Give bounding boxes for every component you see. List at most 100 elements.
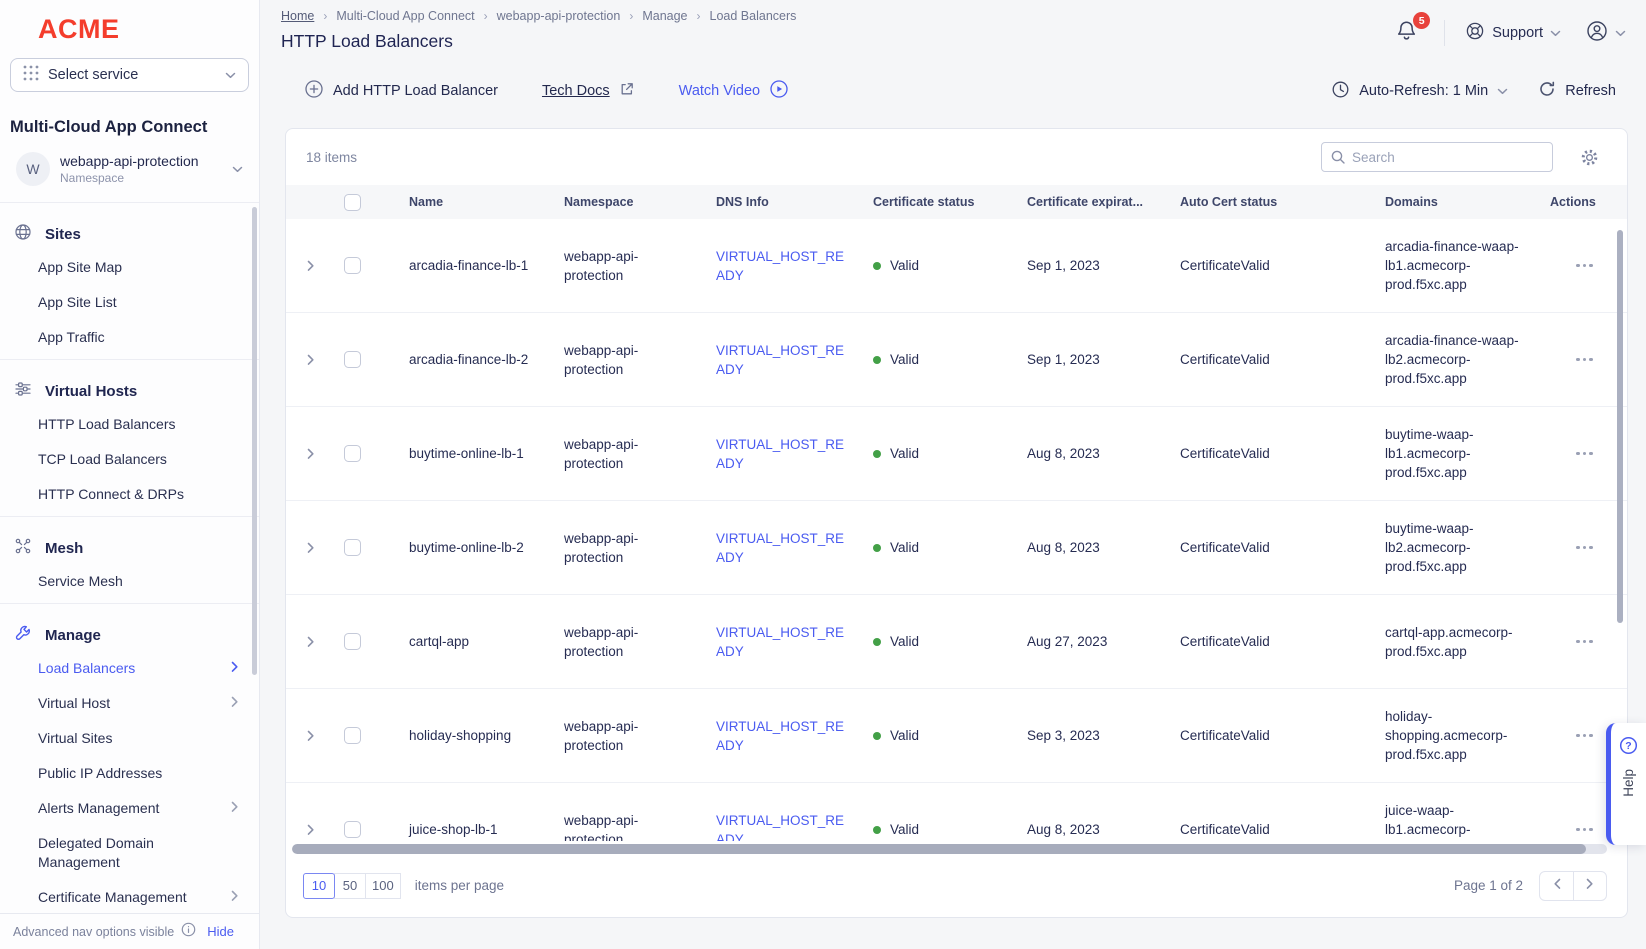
row-expand-chevron[interactable] [307,354,315,366]
row-expand-chevron[interactable] [307,260,315,272]
row-expand-chevron[interactable] [307,824,315,836]
column-header-dns-info: DNS Info [716,195,873,209]
cell-certificate-status: Valid [873,820,1027,839]
row-expand-chevron[interactable] [307,542,315,554]
breadcrumb-separator: › [629,9,633,23]
sidebar-item-app-site-list[interactable]: App Site List [0,285,259,320]
account-menu[interactable] [1585,19,1626,48]
sidebar-item-certificate-management[interactable]: Certificate Management [0,880,259,913]
nav-section-label: Virtual Hosts [45,383,137,400]
row-actions-menu[interactable] [1550,546,1627,550]
breadcrumb-item-multi-cloud-app-connect[interactable]: Multi-Cloud App Connect [336,9,474,23]
chevron-down-icon [1550,24,1561,42]
row-checkbox[interactable] [344,727,361,744]
sidebar-item-app-traffic[interactable]: App Traffic [0,320,259,355]
cell-auto-cert-status: CertificateValid [1180,350,1385,369]
status-dot-icon [873,356,881,364]
cell-auto-cert-status: CertificateValid [1180,726,1385,745]
vertical-scrollbar[interactable] [1617,230,1623,623]
column-header-namespace: Namespace [564,195,716,209]
add-http-load-balancer-button[interactable]: Add HTTP Load Balancer [304,79,498,103]
hide-nav-button[interactable]: Hide [207,924,234,939]
previous-page-button[interactable] [1540,872,1573,900]
service-selector[interactable]: Select service [10,58,249,92]
cell-dns-info[interactable]: VIRTUAL_HOST_READY [716,717,873,755]
breadcrumb-item-home[interactable]: Home [281,9,314,23]
row-checkbox[interactable] [344,539,361,556]
bell-icon [1395,29,1418,46]
namespace-name: webapp-api-protection [60,153,222,169]
globe-icon [14,223,32,246]
sidebar-item-virtual-host[interactable]: Virtual Host [0,686,259,721]
breadcrumb-item-webapp-api-protection[interactable]: webapp-api-protection [497,9,621,23]
sidebar-item-load-balancers[interactable]: Load Balancers [0,651,259,686]
sidebar-item-app-site-map[interactable]: App Site Map [0,250,259,285]
row-actions-menu[interactable] [1550,452,1627,456]
refresh-icon [1538,80,1556,102]
chevron-down-icon [232,160,243,178]
help-tab[interactable]: ? Help [1606,723,1646,845]
column-header-certificate-status: Certificate status [873,195,1027,209]
horizontal-scrollbar[interactable] [292,844,1607,854]
cell-dns-info[interactable]: VIRTUAL_HOST_READY [716,341,873,379]
cell-domains: cartql-app.acmecorp-prod.f5xc.app [1385,623,1550,661]
namespace-selector[interactable]: W webapp-api-protection Namespace [10,152,249,186]
row-expand-chevron[interactable] [307,636,315,648]
sidebar-item-tcp-load-balancers[interactable]: TCP Load Balancers [0,442,259,477]
sidebar-item-service-mesh[interactable]: Service Mesh [0,564,259,599]
page-size-100[interactable]: 100 [365,873,401,899]
support-menu[interactable]: Support [1465,21,1561,46]
cell-namespace: webapp-api-protection [564,529,716,567]
row-checkbox[interactable] [344,633,361,650]
refresh-button[interactable]: Refresh [1538,80,1616,102]
grid-icon [23,65,39,86]
sidebar-scrollbar[interactable] [252,207,257,675]
cell-domains: buytime-waap-lb1.acmecorp-prod.f5xc.app [1385,425,1550,482]
sidebar-item-public-ip-addresses[interactable]: Public IP Addresses [0,756,259,791]
table-row-buytime-online-lb-1: buytime-online-lb-1webapp-api-protection… [286,407,1627,501]
cell-namespace: webapp-api-protection [564,247,716,285]
row-expand-chevron[interactable] [307,730,315,742]
cell-dns-info[interactable]: VIRTUAL_HOST_READY [716,811,873,842]
select-all-checkbox[interactable] [344,194,361,211]
cell-dns-info[interactable]: VIRTUAL_HOST_READY [716,435,873,473]
items-count: 18 items [306,150,1321,165]
breadcrumb-item-manage[interactable]: Manage [642,9,687,23]
row-checkbox[interactable] [344,351,361,368]
search-input[interactable] [1321,142,1553,172]
sidebar-item-alerts-management[interactable]: Alerts Management [0,791,259,826]
row-expand-chevron[interactable] [307,448,315,460]
table-row-buytime-online-lb-2: buytime-online-lb-2webapp-api-protection… [286,501,1627,595]
row-checkbox[interactable] [344,821,361,838]
column-header-actions: Actions [1550,195,1627,209]
sidebar-item-http-load-balancers[interactable]: HTTP Load Balancers [0,407,259,442]
page-size-50[interactable]: 50 [334,873,366,899]
notifications-button[interactable]: 5 [1389,17,1424,49]
table-settings-button[interactable] [1580,148,1599,167]
sidebar-item-virtual-sites[interactable]: Virtual Sites [0,721,259,756]
row-actions-menu[interactable] [1550,358,1627,362]
page-title: HTTP Load Balancers [281,31,796,52]
cell-dns-info[interactable]: VIRTUAL_HOST_READY [716,247,873,285]
row-checkbox[interactable] [344,257,361,274]
breadcrumb-item-load-balancers[interactable]: Load Balancers [710,9,797,23]
row-checkbox[interactable] [344,445,361,462]
auto-refresh-dropdown[interactable]: Auto-Refresh: 1 Min [1331,80,1508,103]
cell-namespace: webapp-api-protection [564,811,716,842]
page-size-10[interactable]: 10 [303,873,335,899]
tech-docs-link[interactable]: Tech Docs [542,81,635,101]
cell-dns-info[interactable]: VIRTUAL_HOST_READY [716,623,873,661]
help-tab-label: Help [1621,769,1636,797]
sidebar-item-delegated-domain-management[interactable]: Delegated Domain Management [0,826,259,880]
cell-certificate-expiration: Aug 27, 2023 [1027,632,1180,651]
sidebar-item-http-connect-drps[interactable]: HTTP Connect & DRPs [0,477,259,512]
cell-certificate-expiration: Aug 8, 2023 [1027,538,1180,557]
status-dot-icon [873,544,881,552]
cell-certificate-status: Valid [873,632,1027,651]
row-actions-menu[interactable] [1550,640,1627,644]
next-page-button[interactable] [1573,872,1606,900]
cell-dns-info[interactable]: VIRTUAL_HOST_READY [716,529,873,567]
cell-certificate-status: Valid [873,726,1027,745]
row-actions-menu[interactable] [1550,264,1627,268]
watch-video-link[interactable]: Watch Video [679,79,789,103]
